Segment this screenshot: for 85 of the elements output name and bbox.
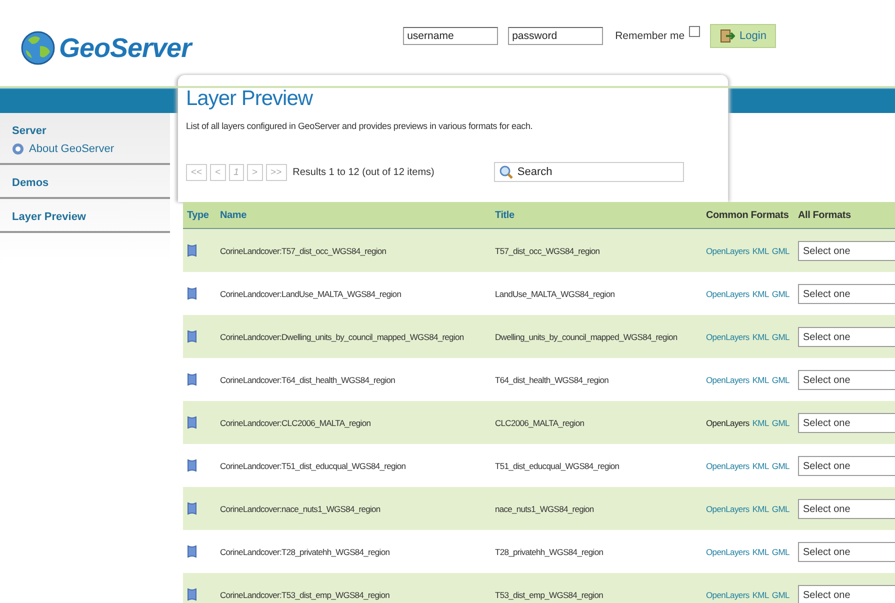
table-cell-text: CorineLandcover:Dwelling_units_by_council_mapped_WGS84_region [220,332,465,342]
door-icon [720,29,735,43]
page-title: Layer Preview [186,87,314,111]
format-link[interactable]: KML [752,546,769,556]
format-link: OpenLayers [706,418,750,428]
table-cell-text: CorineLandcover:T64_dist_health_WGS84_region [220,374,396,384]
format-link[interactable]: OpenLayers [706,288,750,298]
results-summary: Results 1 to 12 (out of 12 items) [292,166,434,178]
format-link[interactable]: GML [772,546,790,556]
format-link[interactable]: KML [752,460,769,470]
layer-icon [187,545,197,558]
table-cell-text: T28_privatehh_WGS84_region [495,546,604,556]
search-field[interactable]: Search [494,162,684,182]
table-cell-text: CorineLandcover:T28_privatehh_WGS84_region [220,546,391,556]
format-link[interactable]: KML [752,504,769,514]
layer-icon [187,287,197,300]
password-field[interactable]: password [508,27,604,45]
layer-icon [187,459,197,472]
table-cell-text: CLC2006_MALTA_region [495,418,586,428]
column-header: All Formats [798,210,852,220]
sidebar-heading[interactable]: Layer Preview [0,211,170,223]
remember-checkbox[interactable] [688,26,700,36]
format-link[interactable]: GML [772,332,790,342]
table-cell-text: Dwelling_units_by_council_mapped_WGS84_region [495,332,678,342]
format-link[interactable]: KML [752,246,769,256]
format-link[interactable]: GML [772,504,790,514]
layer-icon [187,330,197,343]
page-description: List of all layers configured in GeoServer and provides previews in various formats for each. [186,121,534,131]
format-select[interactable]: Select one [798,412,895,432]
format-link[interactable]: OpenLayers [706,590,750,600]
column-header: Common Formats [706,210,790,220]
format-select[interactable]: Select one [798,326,895,346]
layer-icon [187,588,197,601]
info-icon [12,143,24,155]
format-link[interactable]: OpenLayers [706,504,750,514]
table-cell-text: T53_dist_emp_WGS84_region [495,590,604,600]
layer-icon [187,416,197,429]
format-link[interactable]: OpenLayers [706,246,750,256]
format-select[interactable]: Select one [798,584,895,603]
column-header[interactable]: Type [183,210,220,220]
username-field[interactable]: username [403,27,498,45]
format-select[interactable]: Select one [798,498,895,518]
table-cell-text: CorineLandcover:T53_dist_emp_WGS84_region [220,590,390,600]
sidebar-heading[interactable]: Server [0,125,170,137]
column-header[interactable]: Title [495,210,706,220]
table-cell-text: LandUse_MALTA_WGS84_region [495,288,616,298]
table-cell-text: CorineLandcover:nace_nuts1_WGS84_region [220,504,382,514]
format-link[interactable]: GML [772,246,790,256]
format-select[interactable]: Select one [798,240,895,260]
format-select[interactable]: Select one [798,284,895,304]
table-cell-text: CorineLandcover:T51_dist_educqual_WGS84_region [220,460,407,470]
format-link[interactable]: GML [772,374,790,384]
format-link[interactable]: OpenLayers [706,374,750,384]
logo-text: GeoServer [59,32,192,64]
table-cell-text: nace_nuts1_WGS84_region [495,504,595,514]
search-icon [499,165,514,179]
column-header[interactable]: Name [220,210,495,220]
layer-icon [187,244,197,257]
format-link[interactable]: KML [752,590,769,600]
format-link[interactable]: OpenLayers [706,460,750,470]
sidebar-item[interactable]: About GeoServer [0,137,170,155]
table-cell-text: T64_dist_health_WGS84_region [495,374,610,384]
format-link[interactable]: GML [772,590,790,600]
format-select[interactable]: Select one [798,370,895,390]
format-link[interactable]: KML [752,374,769,384]
table-cell-text: T57_dist_occ_WGS84_region [495,246,601,256]
table-cell-text: CorineLandcover:CLC2006_MALTA_region [220,418,372,428]
remember-label: Remember me [615,30,685,42]
format-link[interactable]: OpenLayers [706,546,750,556]
format-link[interactable]: GML [772,288,790,298]
format-link[interactable]: KML [752,418,769,428]
table-cell-text: CorineLandcover:T57_dist_occ_WGS84_region [220,246,388,256]
layer-icon [187,502,197,515]
format-select[interactable]: Select one [798,542,895,562]
format-link[interactable]: GML [772,418,790,428]
format-select[interactable]: Select one [798,456,895,476]
table-cell-text: CorineLandcover:LandUse_MALTA_WGS84_region [220,288,402,298]
format-link[interactable]: KML [752,332,769,342]
layer-icon [187,373,197,386]
login-button[interactable]: Login [710,24,776,48]
format-link[interactable]: KML [752,288,769,298]
table-cell-text: T51_dist_educqual_WGS84_region [495,460,620,470]
format-link[interactable]: GML [772,460,790,470]
sidebar-heading[interactable]: Demos [0,177,170,189]
format-link[interactable]: OpenLayers [706,332,750,342]
